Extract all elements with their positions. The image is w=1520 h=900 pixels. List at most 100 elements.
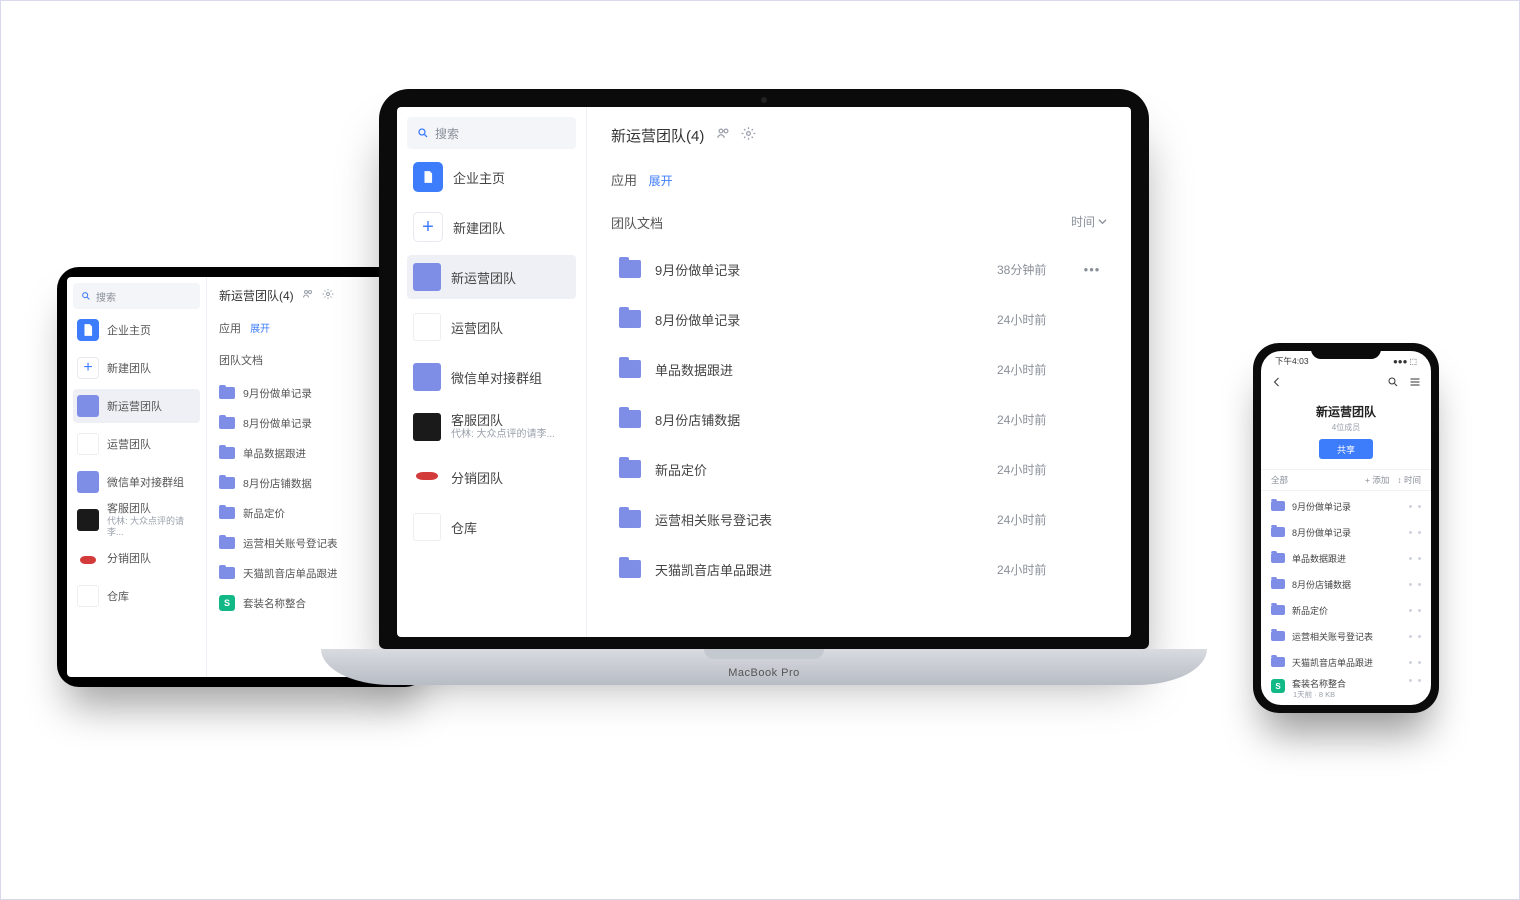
row-actions[interactable] xyxy=(1409,609,1421,612)
expand-button[interactable]: 展开 xyxy=(250,324,270,335)
sidebar-team-service[interactable]: 客服团队 代林: 大众点评的请李... xyxy=(73,503,200,537)
folder-icon xyxy=(219,387,235,399)
doc-row[interactable]: S 套装名称整合 1天前 · 8 KB xyxy=(1271,675,1421,705)
doc-row[interactable]: 单品数据跟进 xyxy=(219,438,405,468)
folder-icon xyxy=(219,537,235,549)
doc-name: 套装名称整合 xyxy=(243,596,306,611)
doc-row[interactable]: 单品数据跟进 24小时前 xyxy=(611,344,1107,394)
filter-tab[interactable]: 全部 xyxy=(1271,474,1288,486)
sidebar-team-ops[interactable]: 运营团队 xyxy=(407,305,576,349)
row-actions[interactable] xyxy=(1409,583,1421,586)
row-actions[interactable] xyxy=(1409,505,1421,508)
doc-row[interactable]: 运营相关账号登记表 xyxy=(219,528,405,558)
search-icon[interactable] xyxy=(1387,375,1399,393)
doc-row[interactable]: 9月份做单记录 xyxy=(1271,493,1421,519)
team-header: 新运营团队(4) xyxy=(611,125,1107,146)
search-icon xyxy=(417,127,429,139)
doc-row[interactable]: 运营相关账号登记表 24小时前 xyxy=(611,494,1107,544)
doc-name: 9月份做单记录 xyxy=(655,260,740,279)
doc-row[interactable]: 新品定价 xyxy=(1271,597,1421,623)
doc-row[interactable]: 运营相关账号登记表 xyxy=(1271,623,1421,649)
avatar xyxy=(77,547,99,569)
sidebar-team-wechat[interactable]: 微信单对接群组 xyxy=(73,465,200,499)
doc-row[interactable]: 新品定价 xyxy=(219,498,405,528)
gear-icon[interactable] xyxy=(741,126,756,145)
folder-icon xyxy=(1271,605,1285,615)
folder-icon xyxy=(219,567,235,579)
doc-row[interactable]: 8月份做单记录 xyxy=(1271,519,1421,545)
row-actions[interactable] xyxy=(1409,635,1421,638)
members-icon[interactable] xyxy=(302,288,314,303)
sidebar-team-dist[interactable]: 分销团队 xyxy=(407,455,576,499)
doc-row[interactable]: 8月份店铺数据 24小时前 xyxy=(611,394,1107,444)
doc-row[interactable]: 天猫凯音店单品跟进 xyxy=(219,558,405,588)
doc-row[interactable]: 8月份做单记录 24小时前 xyxy=(611,294,1107,344)
folder-icon xyxy=(619,260,641,278)
doc-row[interactable]: 8月份做单记录 xyxy=(219,408,405,438)
sidebar-team-warehouse[interactable]: 仓库 xyxy=(73,579,200,613)
team-title: 新运营团队(4) xyxy=(611,125,704,146)
search-input[interactable]: 搜索 xyxy=(407,117,576,149)
sidebar-new-team[interactable]: + 新建团队 xyxy=(407,205,576,249)
macbook-base: MacBook Pro xyxy=(321,649,1207,685)
sidebar-home[interactable]: 企业主页 xyxy=(407,155,576,199)
team-label: 运营团队 xyxy=(107,436,151,452)
doc-name: 天猫凯音店单品跟进 xyxy=(243,566,338,581)
macbook-label: MacBook Pro xyxy=(728,667,800,679)
expand-button[interactable]: 展开 xyxy=(649,174,673,188)
sidebar-team-dist[interactable]: 分销团队 xyxy=(73,541,200,575)
folder-icon xyxy=(619,560,641,578)
doc-name: 单品数据跟进 xyxy=(1292,552,1346,565)
sidebar-team-warehouse[interactable]: 仓库 xyxy=(407,505,576,549)
macbook-device: 搜索 企业主页 + 新建团队 新运营团队 运营团队 xyxy=(379,89,1149,709)
doc-icon xyxy=(421,170,435,184)
docs-section-label: 团队文档 xyxy=(219,352,405,368)
back-button[interactable] xyxy=(1271,375,1283,393)
docs-list: 9月份做单记录 8月份做单记录 单品数据跟进 8月份店铺数据 新品定价 运营相关… xyxy=(219,378,405,618)
team-label: 新运营团队 xyxy=(107,398,162,414)
search-input[interactable]: 搜索 xyxy=(73,283,200,309)
sidebar-new-team-label: 新建团队 xyxy=(453,218,505,237)
more-button[interactable]: ••• xyxy=(1077,262,1107,277)
team-label: 分销团队 xyxy=(107,550,151,566)
doc-row[interactable]: 8月份店铺数据 xyxy=(219,468,405,498)
avatar xyxy=(413,463,441,491)
nav-bar xyxy=(1261,371,1431,397)
iphone-device: 下午4:03 ●●●⬚ 新运营团队 4位成员 共享 全部 + 添加 ↕ 时间 9… xyxy=(1253,343,1439,713)
doc-row[interactable]: 9月份做单记录 xyxy=(219,378,405,408)
share-button[interactable]: 共享 xyxy=(1319,439,1373,459)
doc-row[interactable]: 单品数据跟进 xyxy=(1271,545,1421,571)
sidebar-team-ops[interactable]: 运营团队 xyxy=(73,427,200,461)
sidebar-team-service[interactable]: 客服团队 代林: 大众点评的请李... xyxy=(407,405,576,449)
team-label: 仓库 xyxy=(107,588,129,604)
apps-section: 应用 展开 xyxy=(611,170,1107,189)
status-bar: 下午4:03 ●●●⬚ xyxy=(1261,351,1431,371)
folder-icon xyxy=(1271,657,1285,667)
folder-icon xyxy=(219,417,235,429)
sidebar-team-new-ops[interactable]: 新运营团队 xyxy=(407,255,576,299)
sidebar-home[interactable]: 企业主页 xyxy=(73,313,200,347)
doc-name: 8月份店铺数据 xyxy=(655,410,740,429)
row-actions[interactable] xyxy=(1409,679,1421,682)
doc-row[interactable]: 天猫凯音店单品跟进 xyxy=(1271,649,1421,675)
row-actions[interactable] xyxy=(1409,531,1421,534)
sort-button[interactable]: ↕ 时间 xyxy=(1397,474,1421,486)
doc-row[interactable]: 天猫凯音店单品跟进 24小时前 xyxy=(611,544,1107,594)
add-button[interactable]: + 添加 xyxy=(1365,474,1389,486)
sidebar-team-wechat[interactable]: 微信单对接群组 xyxy=(407,355,576,399)
doc-row[interactable]: 新品定价 24小时前 xyxy=(611,444,1107,494)
row-actions[interactable] xyxy=(1409,557,1421,560)
row-actions[interactable] xyxy=(1409,661,1421,664)
doc-row[interactable]: S套装名称整合 xyxy=(219,588,405,618)
chevron-down-icon xyxy=(1098,217,1107,226)
doc-time: 24小时前 xyxy=(997,361,1077,378)
menu-icon[interactable] xyxy=(1409,375,1421,393)
sidebar-new-team[interactable]: + 新建团队 xyxy=(73,351,200,385)
doc-time: 24小时前 xyxy=(997,511,1077,528)
sort-button[interactable]: 时间 xyxy=(1071,213,1107,230)
members-icon[interactable] xyxy=(716,126,731,145)
gear-icon[interactable] xyxy=(322,288,334,303)
doc-row[interactable]: 9月份做单记录 38分钟前 ••• xyxy=(611,244,1107,294)
doc-row[interactable]: 8月份店铺数据 xyxy=(1271,571,1421,597)
sidebar-team-new-ops[interactable]: 新运营团队 xyxy=(73,389,200,423)
